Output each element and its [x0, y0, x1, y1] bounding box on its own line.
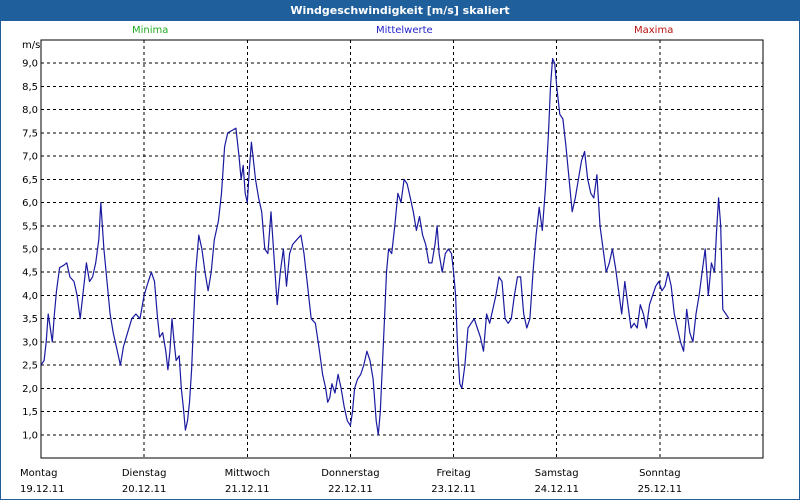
chart-grid [41, 40, 763, 458]
y-tick-label: 6,5 [22, 175, 38, 186]
y-tick-label: 2,5 [22, 361, 38, 372]
y-tick-label: 1,0 [22, 430, 38, 441]
y-tick-label: 4,5 [22, 268, 38, 279]
y-tick-label: 2,0 [22, 384, 38, 395]
x-tick-day: Dienstag [122, 468, 167, 479]
y-tick-label: 5,0 [22, 245, 38, 256]
y-tick-label: 8,0 [22, 105, 38, 116]
x-tick-day: Sonntag [639, 468, 681, 479]
x-tick-day: Samstag [535, 468, 579, 479]
y-tick-label: 6,0 [22, 198, 38, 209]
y-tick-label: 8,5 [22, 82, 38, 93]
x-tick-date: 24.12.11 [534, 484, 579, 495]
y-tick-label: 3,5 [22, 314, 38, 325]
x-tick-date: 20.12.11 [122, 484, 167, 495]
y-tick-label: 7,0 [22, 152, 38, 163]
y-axis-ticks: 1,0 1,5 2,0 2,5 3,0 3,5 4,0 4,5 5,0 5,5 6,0 6,5 7,0 7… [22, 59, 38, 442]
x-tick-date: 25.12.11 [638, 484, 683, 495]
y-tick-label: 9,0 [22, 59, 38, 70]
x-tick-day: Freitag [436, 468, 470, 479]
y-tick-label: 3,0 [22, 337, 38, 348]
x-tick-date: 21.12.11 [225, 484, 270, 495]
y-tick-label: 7,5 [22, 128, 38, 139]
x-tick-day: Donnerstag [321, 468, 379, 479]
x-tick-date: 19.12.11 [20, 484, 65, 495]
x-axis-ticks: Montag 19.12.11 Dienstag 20.12.11 Mittwoch 21… [20, 468, 682, 495]
x-tick-day: Mittwoch [225, 468, 270, 479]
y-tick-label: 4,0 [22, 291, 38, 302]
y-axis-label: m/s [22, 40, 40, 51]
line-chart: m/s 1,0 1,5 2,0 2,5 3,0 3,5 4,0 4,5 5,0 5,5 6,0 6,5… [20, 39, 764, 495]
x-tick-date: 23.12.11 [431, 484, 476, 495]
x-tick-day: Montag [20, 468, 57, 479]
y-tick-label: 1,5 [22, 407, 38, 418]
y-tick-label: 5,5 [22, 221, 38, 232]
x-tick-date: 22.12.11 [328, 484, 373, 495]
